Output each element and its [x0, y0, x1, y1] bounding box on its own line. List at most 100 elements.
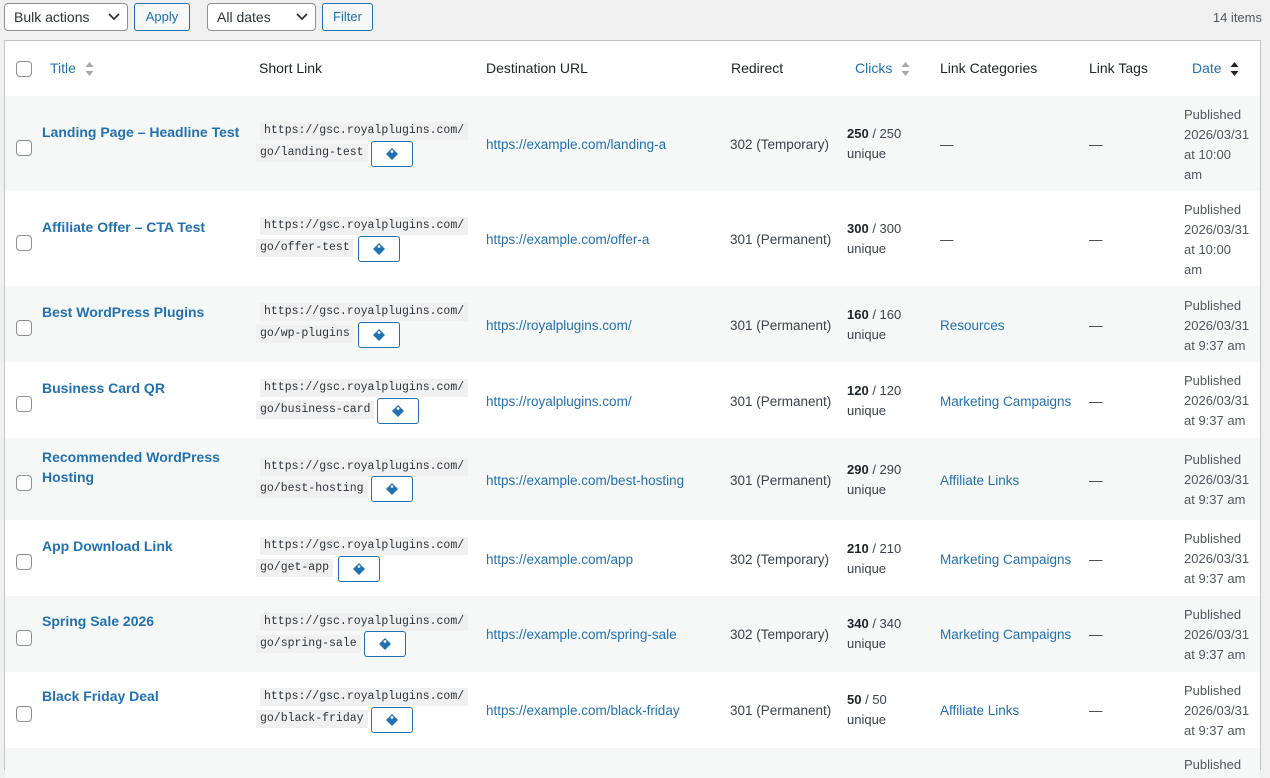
link-tags: — [1089, 552, 1103, 567]
column-clicks-sort[interactable]: Clicks [855, 60, 910, 77]
table-row: App Download Link https://gsc.royalplugi… [5, 520, 1260, 596]
clicks-total: 50 [847, 692, 862, 707]
link-category[interactable]: Resources [940, 318, 1005, 333]
row-title-link[interactable]: Black Friday Deal [42, 686, 242, 706]
redirect-type: 302 (Temporary) [730, 552, 830, 567]
copy-link-button[interactable] [358, 322, 400, 348]
destination-url-link[interactable]: https://example.com/black-friday [486, 703, 680, 718]
clicks-count: 50 / 50 unique [847, 692, 887, 727]
link-tags: — [1089, 137, 1103, 152]
clicks-total: 300 [847, 221, 869, 236]
unique-label: unique [847, 712, 887, 727]
column-date-label: Date [1192, 60, 1222, 76]
row-checkbox[interactable] [16, 140, 32, 156]
short-link-code: go/best-hosting [256, 480, 368, 498]
table-row: Published [5, 748, 1260, 778]
publish-date: Published 2026/03/31 at 9:37 am [1184, 607, 1250, 662]
publish-date: Published 2026/03/31 at 9:37 am [1184, 298, 1250, 353]
destination-url-link[interactable]: https://royalplugins.com/ [486, 394, 632, 409]
tag-icon [386, 148, 398, 160]
unique-label: unique [847, 482, 887, 497]
row-title-link[interactable]: App Download Link [42, 536, 242, 556]
row-checkbox[interactable] [16, 706, 32, 722]
link-category[interactable]: Marketing Campaigns [940, 552, 1071, 567]
tag-icon [373, 243, 385, 255]
clicks-unique: 210 [879, 541, 902, 556]
column-destination-url: Destination URL [486, 60, 588, 76]
row-checkbox[interactable] [16, 554, 32, 570]
destination-url-link[interactable]: https://example.com/landing-a [486, 137, 666, 152]
short-link-code: https://gsc.royalplugins.com/ [260, 217, 469, 235]
copy-link-button[interactable] [338, 556, 380, 582]
copy-link-button[interactable] [371, 476, 413, 502]
column-date-sort[interactable]: Date [1192, 60, 1239, 77]
destination-url-link[interactable]: https://royalplugins.com/ [486, 318, 632, 333]
publish-date: Published 2026/03/31 at 9:37 am [1184, 452, 1250, 507]
destination-url-link[interactable]: https://example.com/spring-sale [486, 627, 677, 642]
column-link-categories: Link Categories [940, 60, 1038, 76]
copy-link-button[interactable] [358, 236, 400, 262]
column-title-label: Title [50, 60, 76, 76]
copy-link-button[interactable] [364, 631, 406, 657]
bulk-actions-select[interactable]: Bulk actions [4, 3, 128, 31]
tag-icon [392, 405, 404, 417]
redirect-type: 302 (Temporary) [730, 137, 830, 152]
tag-icon [373, 329, 385, 341]
link-category[interactable]: Affiliate Links [940, 703, 1019, 718]
sort-icon [901, 62, 910, 77]
row-title-link[interactable]: Spring Sale 2026 [42, 611, 242, 631]
link-category[interactable]: Marketing Campaigns [940, 394, 1071, 409]
row-checkbox[interactable] [16, 320, 32, 336]
destination-url-link[interactable]: https://example.com/app [486, 552, 633, 567]
clicks-unique: 290 [879, 462, 902, 477]
clicks-count: 210 / 210 unique [847, 541, 902, 576]
row-checkbox[interactable] [16, 235, 32, 251]
copy-link-button[interactable] [377, 398, 419, 424]
publish-date: Published 2026/03/31 at 9:37 am [1184, 373, 1250, 428]
redirect-type: 301 (Permanent) [730, 232, 832, 247]
clicks-unique: 50 [872, 692, 887, 707]
row-title-link[interactable]: Landing Page – Headline Test [42, 122, 242, 142]
copy-link-button[interactable] [371, 707, 413, 733]
short-link-code: go/black-friday [256, 710, 368, 728]
link-category[interactable]: Affiliate Links [940, 473, 1019, 488]
unique-label: unique [847, 146, 887, 161]
dates-select[interactable]: All dates [207, 3, 316, 31]
link-category: — [940, 137, 954, 152]
copy-link-button[interactable] [371, 141, 413, 167]
redirect-type: 301 (Permanent) [730, 473, 832, 488]
select-all-checkbox[interactable] [16, 61, 32, 77]
destination-url-link[interactable]: https://example.com/offer-a [486, 232, 649, 247]
dates-select-label: All dates [217, 9, 271, 25]
redirect-type: 301 (Permanent) [730, 318, 832, 333]
unique-label: unique [847, 403, 887, 418]
table-row: Business Card QR https://gsc.royalplugin… [5, 362, 1260, 438]
short-link-code: https://gsc.royalplugins.com/ [260, 613, 469, 631]
link-category: — [940, 232, 954, 247]
unique-label: unique [847, 327, 887, 342]
row-checkbox[interactable] [16, 475, 32, 491]
link-tags: — [1089, 473, 1103, 488]
column-title-sort[interactable]: Title [50, 60, 94, 77]
row-title-link[interactable]: Business Card QR [42, 378, 242, 398]
destination-url-link[interactable]: https://example.com/best-hosting [486, 473, 684, 488]
clicks-count: 340 / 340 unique [847, 616, 902, 651]
link-tags: — [1089, 627, 1103, 642]
short-link-code: https://gsc.royalplugins.com/ [260, 458, 469, 476]
publish-date: Published 2026/03/31 at 9:37 am [1184, 531, 1250, 586]
column-short-link: Short Link [259, 60, 323, 76]
filter-button[interactable]: Filter [322, 3, 373, 31]
row-checkbox[interactable] [16, 396, 32, 412]
apply-button[interactable]: Apply [134, 3, 190, 31]
short-link-code: https://gsc.royalplugins.com/ [260, 379, 469, 397]
link-category[interactable]: Marketing Campaigns [940, 627, 1071, 642]
table-row: Landing Page – Headline Test https://gsc… [5, 96, 1260, 191]
row-title-link[interactable]: Affiliate Offer – CTA Test [42, 217, 242, 237]
column-link-tags: Link Tags [1089, 60, 1148, 76]
clicks-count: 120 / 120 unique [847, 383, 902, 418]
row-checkbox[interactable] [16, 630, 32, 646]
row-title-link[interactable]: Recommended WordPress Hosting [42, 447, 242, 487]
row-title-link[interactable]: Best WordPress Plugins [42, 302, 242, 322]
clicks-total: 120 [847, 383, 869, 398]
column-clicks-label: Clicks [855, 60, 893, 76]
